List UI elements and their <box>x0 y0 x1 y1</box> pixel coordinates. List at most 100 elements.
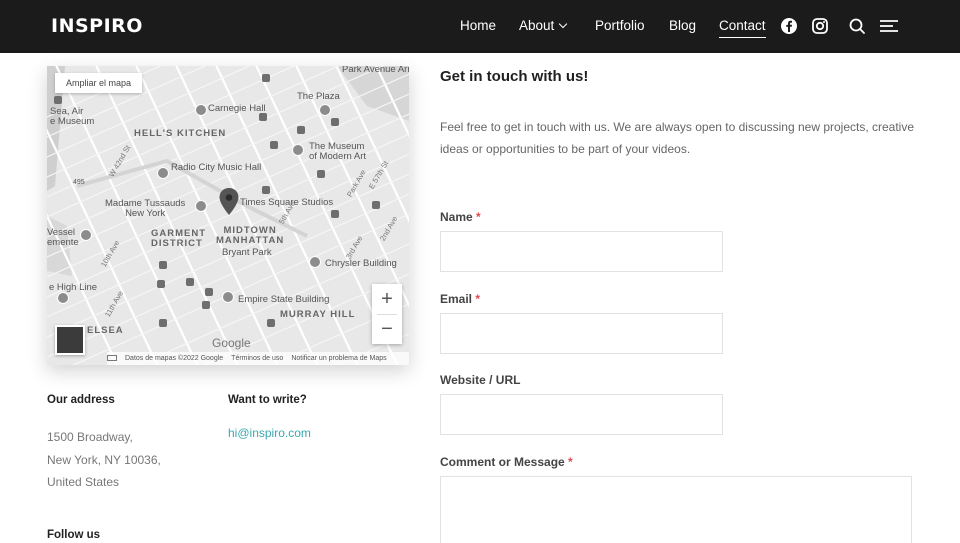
location-marker-icon[interactable] <box>218 187 240 217</box>
map-label-text: emente <box>47 237 79 248</box>
website-input[interactable] <box>440 394 723 435</box>
comment-label: Comment or Message * <box>440 455 573 469</box>
report-problem-link[interactable]: Notificar un problema de Maps <box>291 355 386 362</box>
map-label-text: of Modern Art <box>309 151 367 162</box>
search-icon[interactable] <box>848 17 866 35</box>
nav-about[interactable]: About <box>519 18 568 33</box>
address-line: New York, NY 10036, <box>47 452 161 467</box>
site-logo[interactable]: INSPIRO <box>51 15 143 37</box>
map-label-murray-hill: MURRAY HILL <box>280 309 356 320</box>
required-mark: * <box>475 292 481 306</box>
map-label-garment: GARMENT DISTRICT <box>151 229 206 249</box>
map-label-empire-state: Empire State Building <box>238 294 330 305</box>
name-label-text: Name <box>440 210 473 224</box>
map-label-the-plaza: The Plaza <box>297 91 340 102</box>
map-label-text: DISTRICT <box>151 238 203 249</box>
subway-icon <box>372 201 380 209</box>
map-route-495: 495 <box>73 179 85 186</box>
subway-icon <box>202 301 210 309</box>
landmark-pin-icon <box>57 292 69 304</box>
address-line: United States <box>47 475 120 489</box>
address-block: 1500 Broadway, New York, NY 10036, Unite… <box>47 426 161 494</box>
zoom-in-button[interactable]: + <box>372 284 402 314</box>
map-label-bryant-park: Bryant Park <box>222 247 272 258</box>
subway-icon <box>270 141 278 149</box>
name-label: Name * <box>440 210 481 224</box>
landmark-pin-icon <box>292 144 304 156</box>
nav-home[interactable]: Home <box>460 18 496 33</box>
subway-icon <box>159 261 167 269</box>
subway-icon <box>54 96 62 104</box>
landmark-pin-icon <box>309 256 321 268</box>
terms-link[interactable]: Términos de uso <box>231 355 283 362</box>
instagram-icon[interactable] <box>811 17 829 35</box>
email-label: Email * <box>440 292 480 306</box>
nav-contact[interactable]: Contact <box>719 18 766 38</box>
landmark-pin-icon <box>157 167 169 179</box>
email-link[interactable]: hi@inspiro.com <box>228 426 311 440</box>
contact-intro: Feel free to get in touch with us. We ar… <box>440 120 915 156</box>
map-label-chrysler: Chrysler Building <box>325 258 397 269</box>
write-heading: Want to write? <box>228 394 307 406</box>
subway-icon <box>297 126 305 134</box>
required-mark: * <box>476 210 481 224</box>
subway-icon <box>331 210 339 218</box>
subway-icon <box>262 186 270 194</box>
map-label-carnegie-hall: Carnegie Hall <box>208 103 266 114</box>
contact-title: Get in touch with us! <box>440 68 589 85</box>
map-label-vessel: Vessel emente <box>47 228 79 248</box>
email-input[interactable] <box>440 313 723 354</box>
map-type-toggle[interactable] <box>55 325 85 355</box>
zoom-control: + − <box>372 284 402 344</box>
subway-icon <box>259 113 267 121</box>
zoom-divider <box>377 314 397 315</box>
map-label-hells-kitchen: HELL'S KITCHEN <box>134 128 227 139</box>
landmark-pin-icon <box>222 291 234 303</box>
name-input[interactable] <box>440 231 723 272</box>
address-heading: Our address <box>47 394 115 406</box>
follow-heading: Follow us <box>47 529 101 541</box>
nav-about-label: About <box>519 18 555 33</box>
facebook-icon[interactable] <box>780 17 798 35</box>
landmark-pin-icon <box>195 104 207 116</box>
required-mark: * <box>568 455 573 469</box>
nav-portfolio[interactable]: Portfolio <box>595 18 645 33</box>
address-line: 1500 Broadway, <box>47 430 133 444</box>
google-map[interactable]: Ampliar el mapa Sea, Air e Museum HELL'S … <box>47 66 409 365</box>
map-label-radio-city: Radio City Music Hall <box>171 162 262 173</box>
map-label-sea-air: Sea, Air e Museum <box>50 107 94 127</box>
map-data-credit: Datos de mapas ©2022 Google <box>125 355 224 362</box>
chevron-down-icon <box>559 19 568 29</box>
zoom-out-button[interactable]: − <box>372 314 402 344</box>
map-label-high-line: e High Line <box>49 282 98 293</box>
map-label-park-avenue: Park Avenue Armo <box>342 66 409 75</box>
landmark-pin-icon <box>80 229 92 241</box>
map-attribution: Datos de mapas ©2022 Google Términos de u… <box>107 352 409 365</box>
landmark-pin-icon <box>195 200 207 212</box>
comment-label-text: Comment or Message <box>440 455 565 469</box>
subway-icon <box>159 319 167 327</box>
map-label-tussauds: Madame Tussauds New York <box>105 199 185 219</box>
site-header: INSPIRO Home About Portfolio Blog Contac… <box>0 0 960 53</box>
subway-icon <box>262 74 270 82</box>
nav-blog[interactable]: Blog <box>669 18 696 33</box>
map-label-text: New York <box>125 208 166 219</box>
subway-icon <box>331 118 339 126</box>
subway-icon <box>205 288 213 296</box>
map-label-midtown: MIDTOWN MANHATTAN <box>216 226 284 246</box>
menu-icon[interactable] <box>879 17 899 35</box>
map-label-moma: The Museum of Modern Art <box>309 142 366 162</box>
subway-icon <box>317 170 325 178</box>
website-label: Website / URL <box>440 373 521 387</box>
subway-icon <box>267 319 275 327</box>
comment-textarea[interactable] <box>440 476 912 543</box>
subway-icon <box>157 280 165 288</box>
expand-map-button[interactable]: Ampliar el mapa <box>55 73 143 93</box>
landmark-pin-icon <box>319 104 331 116</box>
map-label-text: e Museum <box>50 116 95 127</box>
map-label-chelsea: ELSEA <box>87 325 124 336</box>
map-label-text: MANHATTAN <box>216 235 285 246</box>
email-label-text: Email <box>440 292 473 306</box>
keyboard-icon[interactable] <box>107 355 117 362</box>
google-logo: Google <box>212 336 251 350</box>
